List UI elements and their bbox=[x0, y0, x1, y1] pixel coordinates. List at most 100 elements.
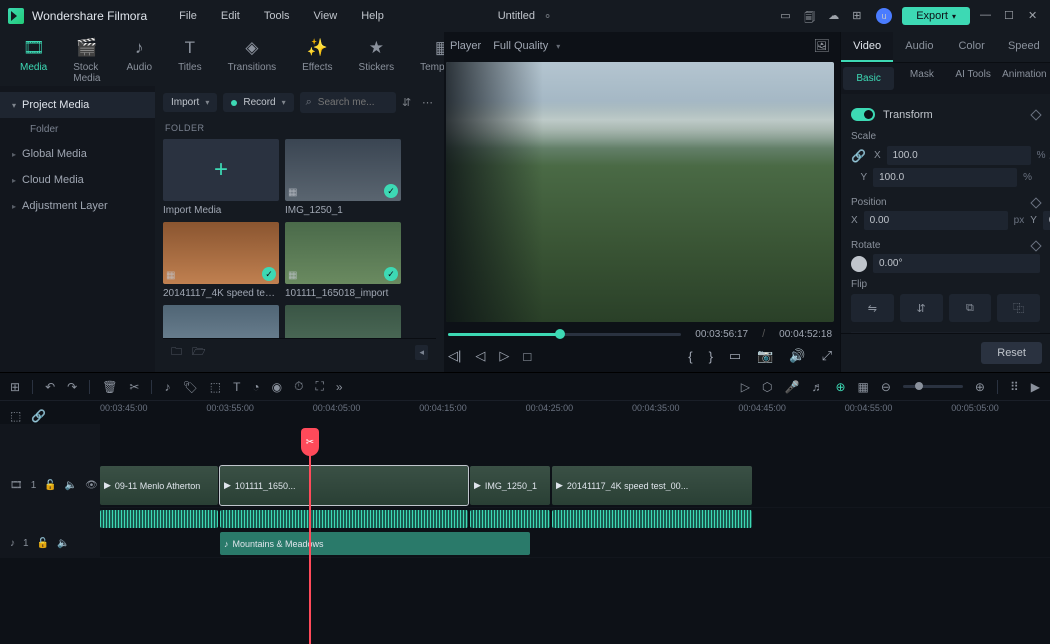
close-icon[interactable]: ✕ bbox=[1028, 9, 1042, 23]
preview-viewport[interactable] bbox=[446, 62, 834, 322]
pos-x-input[interactable] bbox=[864, 211, 1008, 230]
timeline-clip[interactable]: ▶101111_1650... bbox=[220, 466, 468, 505]
color-icon[interactable]: ◉ bbox=[272, 380, 282, 394]
crop-icon[interactable]: ⬚ bbox=[210, 380, 221, 394]
volume-icon[interactable]: 🔊 bbox=[789, 348, 805, 364]
media-search[interactable]: ⌕ bbox=[300, 92, 396, 113]
grid-apps-icon[interactable]: ⊞ bbox=[852, 9, 866, 23]
mixer-icon[interactable]: ♬ bbox=[811, 380, 823, 394]
media-card[interactable]: ▦ bbox=[163, 305, 279, 338]
audio-track-head[interactable]: ♪1 🔓 🔈 bbox=[0, 530, 100, 557]
camera-icon[interactable]: 📷 bbox=[757, 348, 773, 364]
timeline-clip[interactable]: ▶IMG_1250_1 bbox=[470, 466, 550, 505]
stop-icon[interactable]: □ bbox=[523, 349, 531, 364]
audio-lock-icon[interactable]: 🔓 bbox=[37, 538, 49, 549]
text-icon[interactable]: T bbox=[233, 380, 240, 394]
timeline-clip[interactable]: ▶20141117_4K speed test_00... bbox=[552, 466, 752, 505]
snapshot-icon[interactable]: 🖼 bbox=[813, 38, 830, 54]
fullscreen-icon[interactable]: ⤢ bbox=[822, 348, 832, 364]
user-avatar[interactable]: u bbox=[876, 8, 892, 24]
tab-media[interactable]: 🎞Media bbox=[20, 38, 47, 84]
playhead[interactable]: ✂ bbox=[309, 431, 311, 644]
playhead-handle-icon[interactable]: ✂ bbox=[301, 428, 319, 456]
menu-edit[interactable]: Edit bbox=[211, 6, 250, 26]
play-icon[interactable]: ▷ bbox=[499, 348, 509, 364]
zoom-in-icon[interactable]: ⊕ bbox=[975, 380, 985, 394]
tab-titles[interactable]: TTitles bbox=[178, 38, 202, 84]
waveform[interactable] bbox=[552, 510, 752, 528]
collapse-sidebar-icon[interactable]: ◂ bbox=[415, 345, 428, 360]
play-reverse-icon[interactable]: ◁ bbox=[475, 348, 485, 364]
filter-icon[interactable]: ⇵ bbox=[402, 96, 416, 110]
media-card[interactable]: ▦✓20141117_4K speed test_00... bbox=[163, 222, 279, 299]
inspector-tab-speed[interactable]: Speed bbox=[998, 32, 1050, 62]
inspector-subtab-basic[interactable]: Basic bbox=[843, 67, 894, 90]
flip-copy-button[interactable]: ⧉ bbox=[949, 294, 992, 322]
music-icon[interactable]: ♪ bbox=[164, 380, 170, 394]
minimize-icon[interactable]: — bbox=[980, 9, 994, 23]
magnet-icon[interactable]: ⊕ bbox=[835, 380, 845, 394]
menu-tools[interactable]: Tools bbox=[254, 6, 300, 26]
media-card[interactable]: ▦✓101111_165018_import bbox=[285, 222, 401, 299]
inspector-subtab-animation[interactable]: Animation bbox=[999, 63, 1050, 94]
flip-dup-button[interactable]: ⿻ bbox=[997, 294, 1040, 322]
layout-icon[interactable]: ⊞ bbox=[10, 380, 20, 394]
waveform[interactable] bbox=[220, 510, 468, 528]
expand-icon[interactable]: ⛶ bbox=[316, 379, 324, 394]
mark-out-icon[interactable]: } bbox=[709, 349, 713, 364]
redo-icon[interactable]: ↷ bbox=[67, 380, 77, 394]
tab-transitions[interactable]: ◈Transitions bbox=[228, 38, 277, 84]
track-stack-icon[interactable]: ⬚ bbox=[10, 409, 21, 423]
tab-stickers[interactable]: ★Stickers bbox=[359, 38, 395, 84]
speed-icon[interactable]: ◔ bbox=[252, 380, 259, 394]
timeline-clip[interactable]: ▶09-11 Menlo Atherton bbox=[100, 466, 218, 505]
mark-in-icon[interactable]: { bbox=[688, 349, 692, 364]
record-dropdown[interactable]: Record▾ bbox=[223, 93, 293, 112]
progress-bar[interactable] bbox=[448, 333, 681, 336]
more-icon[interactable]: ⋯ bbox=[422, 96, 436, 110]
rotate-dial-icon[interactable] bbox=[851, 256, 867, 272]
zoom-slider[interactable] bbox=[903, 385, 963, 388]
scale-y-input[interactable] bbox=[873, 168, 1017, 187]
tab-effects[interactable]: ✨Effects bbox=[302, 38, 332, 84]
import-dropdown[interactable]: Import▾ bbox=[163, 93, 217, 112]
sidebar-item-adjustment-layer[interactable]: ▸Adjustment Layer bbox=[0, 193, 155, 219]
screen-icon[interactable]: ▭ bbox=[729, 348, 741, 364]
maximize-icon[interactable]: ☐ bbox=[1004, 9, 1018, 23]
inspector-subtab-aitools[interactable]: AI Tools bbox=[948, 63, 999, 94]
sidebar-item-project-media[interactable]: ▾Project Media bbox=[0, 92, 155, 118]
mic-icon[interactable]: 🎤 bbox=[784, 380, 799, 394]
track-eye-icon[interactable]: 👁 bbox=[85, 480, 98, 491]
inspector-subtab-mask[interactable]: Mask bbox=[896, 63, 947, 94]
cut-icon[interactable]: ✂ bbox=[129, 380, 139, 394]
search-input[interactable] bbox=[318, 97, 390, 108]
tag-icon[interactable]: 🏷 bbox=[182, 380, 197, 394]
dots-icon[interactable]: ⠿ bbox=[1010, 380, 1019, 394]
device-icon[interactable]: ▭ bbox=[780, 9, 794, 23]
video-track-head[interactable]: 🎞1 🔓 🔈 👁 bbox=[0, 464, 100, 507]
tab-stock-media[interactable]: 🎬Stock Media bbox=[73, 38, 100, 84]
prev-frame-icon[interactable]: ◁| bbox=[448, 348, 461, 364]
music-clip[interactable]: ♪Mountains & Meadows bbox=[220, 532, 530, 555]
zoom-out-icon[interactable]: ⊖ bbox=[881, 380, 891, 394]
menu-view[interactable]: View bbox=[304, 6, 348, 26]
transform-keyframe-icon[interactable] bbox=[1030, 109, 1041, 120]
rotate-input[interactable] bbox=[873, 254, 1040, 273]
scale-x-input[interactable] bbox=[887, 146, 1031, 165]
export-button[interactable]: Export▾ bbox=[902, 7, 970, 25]
scale-link-icon[interactable]: 🔗 bbox=[851, 149, 868, 163]
menu-file[interactable]: File bbox=[169, 6, 207, 26]
media-card[interactable]: ▦✓IMG_1250_1 bbox=[285, 139, 401, 216]
transform-toggle[interactable] bbox=[851, 108, 875, 121]
marker-icon[interactable]: ⬡ bbox=[762, 380, 772, 394]
new-folder-icon[interactable]: 🗀 bbox=[171, 343, 182, 362]
tab-audio[interactable]: ♪Audio bbox=[126, 38, 152, 84]
reset-button[interactable]: Reset bbox=[981, 342, 1042, 364]
more-tools-icon[interactable]: » bbox=[336, 380, 343, 394]
sidebar-sub-folder[interactable]: Folder bbox=[0, 118, 155, 141]
snap-icon[interactable]: ▦ bbox=[858, 380, 869, 394]
pos-y-input[interactable] bbox=[1043, 211, 1050, 230]
cloud-icon[interactable]: ☁ bbox=[828, 9, 842, 23]
undo-icon[interactable]: ↶ bbox=[45, 380, 55, 394]
waveform[interactable] bbox=[470, 510, 550, 528]
